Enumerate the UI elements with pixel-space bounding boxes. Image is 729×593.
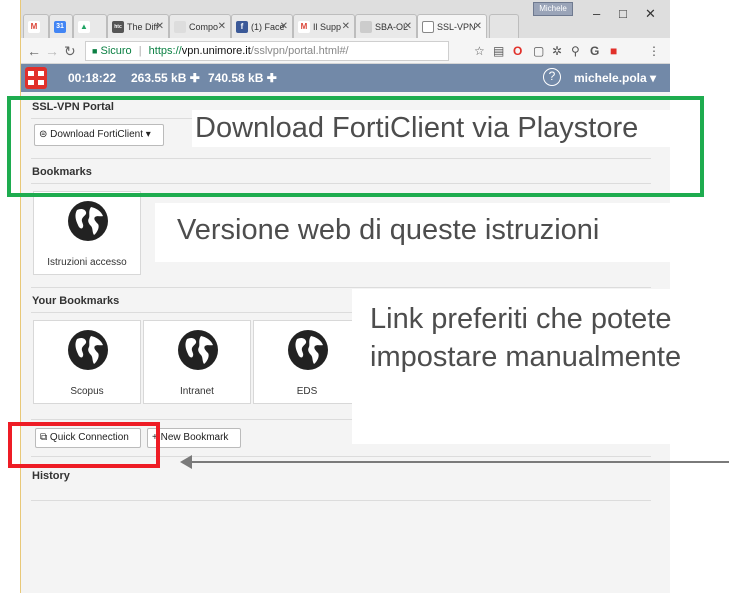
profile-badge[interactable]: Michele bbox=[533, 2, 573, 16]
page-icon bbox=[360, 20, 372, 33]
green-highlight-box bbox=[7, 96, 704, 197]
window-close-icon[interactable]: ✕ bbox=[645, 6, 656, 22]
close-icon[interactable]: ✕ bbox=[342, 21, 350, 32]
tab-strip: M 31 ▲ htc The Diff ✕ Compo ✕ f (1) Face bbox=[21, 0, 670, 38]
globe-icon bbox=[288, 330, 328, 370]
bookmark-label: Istruzioni accesso bbox=[47, 257, 127, 268]
address-bar: ← → ↻ ■ Sicuro | https://vpn.unimore.it/… bbox=[21, 38, 670, 64]
url-field[interactable]: ■ Sicuro | https://vpn.unimore.it/sslvpn… bbox=[85, 41, 449, 61]
bookmark-star-icon[interactable]: ☆ bbox=[474, 44, 485, 58]
bookmark-label: Intranet bbox=[180, 386, 214, 397]
extension-page-icon[interactable]: ▤ bbox=[493, 44, 504, 58]
menu-icon[interactable]: ⋮ bbox=[648, 44, 660, 58]
bookmark-intranet[interactable]: Intranet bbox=[143, 320, 251, 404]
gmail-icon: M bbox=[28, 20, 40, 33]
bookmark-label: Scopus bbox=[70, 386, 104, 397]
close-icon[interactable]: ✕ bbox=[218, 21, 226, 32]
extension-red-icon[interactable]: ■ bbox=[610, 44, 617, 58]
tab-supporto[interactable]: M Il Supp ✕ bbox=[293, 14, 355, 38]
lock-icon: ■ bbox=[92, 46, 98, 56]
page-icon bbox=[422, 20, 434, 33]
bookmark-eds[interactable]: EDS bbox=[253, 320, 361, 404]
tab-sba[interactable]: SBA-OL ✕ bbox=[355, 14, 417, 38]
close-icon[interactable]: ✕ bbox=[280, 21, 288, 32]
your-bookmarks-title: Your Bookmarks bbox=[32, 295, 120, 307]
bookmark-istruzioni-accesso[interactable]: Istruzioni accesso bbox=[33, 191, 141, 275]
url-path: /sslvpn/portal.html#/ bbox=[250, 45, 349, 57]
url-host: vpn.unimore.it bbox=[181, 45, 251, 57]
calendar-icon: 31 bbox=[54, 20, 66, 33]
history-title: History bbox=[32, 470, 70, 482]
opera-icon[interactable]: O bbox=[513, 44, 522, 58]
maximize-icon[interactable]: □ bbox=[619, 6, 627, 21]
url-protocol: https:// bbox=[148, 45, 182, 57]
pointer-arrow-line bbox=[188, 461, 729, 463]
slide: M 31 ▲ htc The Diff ✕ Compo ✕ f (1) Face bbox=[0, 0, 729, 593]
divider bbox=[31, 287, 651, 288]
globe-icon bbox=[68, 330, 108, 370]
tab-compose[interactable]: Compo ✕ bbox=[169, 14, 231, 38]
new-tab-button[interactable] bbox=[489, 14, 519, 38]
gear-icon[interactable]: ✲ bbox=[552, 44, 562, 58]
tab-drive[interactable]: ▲ bbox=[73, 14, 107, 38]
bytes-sent: 263.55 kB ✚ bbox=[131, 71, 200, 85]
facebook-icon: f bbox=[236, 20, 248, 33]
new-bookmark-label: New Bookmark bbox=[160, 432, 229, 443]
secure-label: Sicuro bbox=[100, 45, 132, 57]
annotation-preferred-links: Link preferiti che potete impostare manu… bbox=[370, 303, 682, 373]
tab-label: SSL-VPN bbox=[437, 21, 476, 32]
tab-calendar[interactable]: 31 bbox=[49, 14, 73, 38]
close-icon[interactable]: ✕ bbox=[404, 21, 412, 32]
help-icon[interactable]: ? bbox=[543, 68, 561, 86]
close-icon[interactable]: ✕ bbox=[156, 21, 164, 32]
bytes-received: 740.58 kB ✚ bbox=[208, 71, 277, 85]
divider bbox=[31, 500, 651, 501]
tab-label: Compo bbox=[189, 21, 219, 32]
session-duration: 00:18:22 bbox=[68, 71, 117, 85]
gmail-icon: M bbox=[298, 20, 310, 33]
tab-ssl-vpn[interactable]: SSL-VPN ✕ bbox=[417, 14, 487, 38]
htc-icon: htc bbox=[112, 20, 124, 33]
minimize-icon[interactable]: – bbox=[593, 6, 600, 21]
globe-icon bbox=[68, 201, 108, 241]
fortinet-logo-icon bbox=[25, 67, 47, 89]
zoom-icon[interactable]: ⚲ bbox=[571, 44, 580, 58]
extension-box-icon[interactable]: ▢ bbox=[533, 44, 544, 58]
arrow-left-icon bbox=[180, 455, 192, 469]
globe-icon bbox=[178, 330, 218, 370]
tab-the-diff[interactable]: htc The Diff ✕ bbox=[107, 14, 169, 38]
fortigate-header: 00:18:22 263.55 kB ✚ 740.58 kB ✚ ? miche… bbox=[21, 64, 670, 92]
forward-icon[interactable]: → bbox=[45, 43, 59, 59]
back-icon[interactable]: ← bbox=[27, 43, 41, 59]
tab-gmail[interactable]: M bbox=[23, 14, 49, 38]
bookmark-label: EDS bbox=[296, 386, 318, 397]
drive-icon: ▲ bbox=[78, 20, 90, 33]
tab-facebook[interactable]: f (1) Face ✕ bbox=[231, 14, 293, 38]
tab-label: The Diff bbox=[127, 21, 159, 32]
tab-label: Il Supp bbox=[313, 21, 342, 32]
feedly-icon[interactable]: G bbox=[590, 44, 599, 58]
close-icon[interactable]: ✕ bbox=[474, 21, 482, 32]
new-bookmark-button[interactable]: + New Bookmark bbox=[147, 428, 241, 448]
url-separator: | bbox=[138, 45, 142, 57]
user-menu[interactable]: michele.pola ▾ bbox=[574, 71, 656, 85]
annotation-web-instructions: Versione web di queste istruzioni bbox=[177, 214, 600, 246]
compose-icon bbox=[174, 20, 186, 33]
red-highlight-box bbox=[8, 422, 160, 468]
bookmark-scopus[interactable]: Scopus bbox=[33, 320, 141, 404]
reload-icon[interactable]: ↻ bbox=[64, 43, 76, 60]
